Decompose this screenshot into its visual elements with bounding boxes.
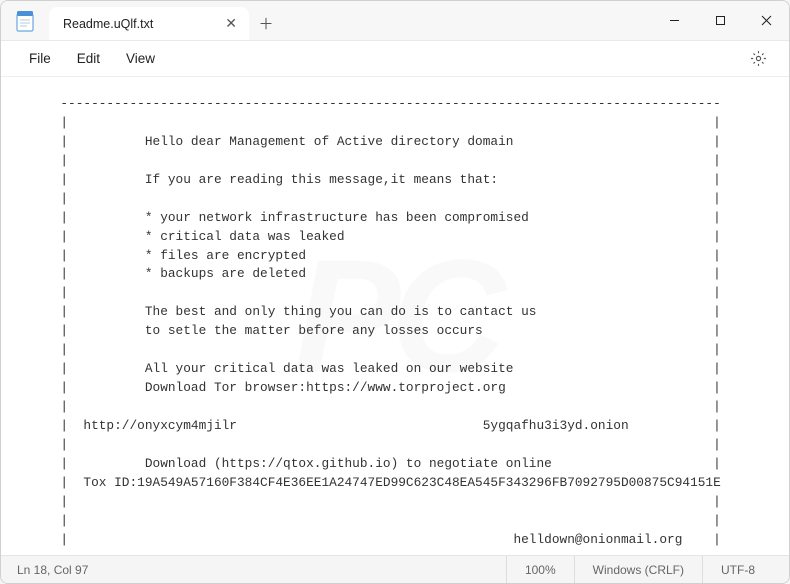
new-tab-button[interactable]: ＋ (249, 7, 283, 40)
titlebar: Readme.uQlf.txt ✕ ＋ (1, 1, 789, 41)
status-line-ending[interactable]: Windows (CRLF) (574, 556, 702, 583)
status-position: Ln 18, Col 97 (17, 563, 506, 577)
notepad-icon (16, 10, 34, 32)
maximize-icon (715, 15, 726, 26)
statusbar: Ln 18, Col 97 100% Windows (CRLF) UTF-8 (1, 555, 789, 583)
menubar: File Edit View (1, 41, 789, 77)
app-icon-wrap (1, 1, 49, 40)
gear-icon (750, 50, 767, 67)
minimize-button[interactable] (651, 1, 697, 40)
close-button[interactable] (743, 1, 789, 40)
notepad-window: Readme.uQlf.txt ✕ ＋ File Edit View (0, 0, 790, 584)
close-tab-icon[interactable]: ✕ (225, 15, 237, 32)
minimize-icon (669, 15, 680, 26)
maximize-button[interactable] (697, 1, 743, 40)
close-icon (761, 15, 772, 26)
window-controls (651, 1, 789, 40)
tab-title: Readme.uQlf.txt (63, 17, 153, 31)
status-encoding[interactable]: UTF-8 (702, 556, 773, 583)
tab-active[interactable]: Readme.uQlf.txt ✕ (49, 7, 249, 40)
text-area[interactable]: ----------------------------------------… (45, 95, 769, 555)
menu-edit[interactable]: Edit (65, 45, 112, 72)
status-zoom[interactable]: 100% (506, 556, 574, 583)
settings-button[interactable] (743, 44, 773, 74)
content-area: PC -------------------------------------… (1, 77, 789, 555)
menu-file[interactable]: File (17, 45, 63, 72)
menu-view[interactable]: View (114, 45, 167, 72)
